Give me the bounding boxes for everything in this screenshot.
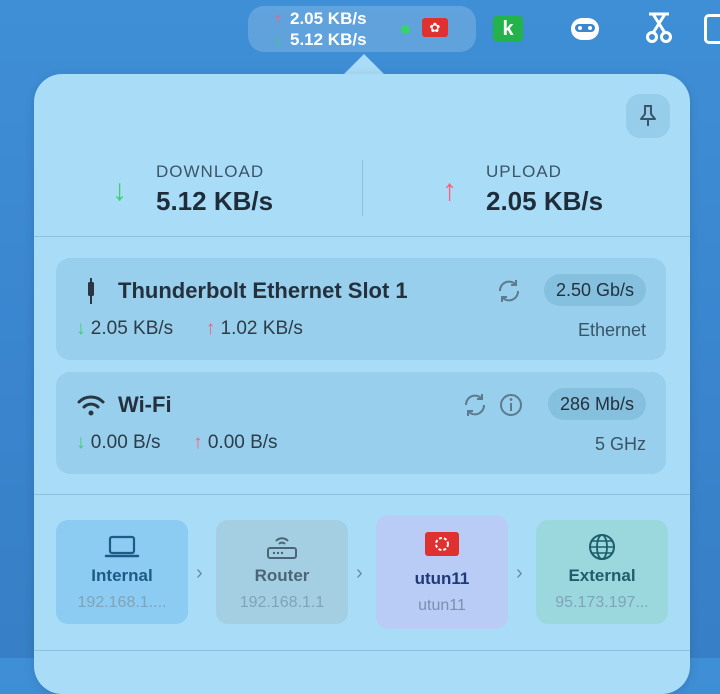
menubar-upload-speed: 2.05 KB/s: [290, 9, 367, 28]
route-node-external[interactable]: External 95.173.197...: [536, 520, 668, 624]
refresh-icon[interactable]: [496, 278, 522, 304]
globe-icon: [589, 534, 615, 560]
menu-bar: ↑ 2.05 KB/s ↓ 5.12 KB/s ✿ k: [0, 0, 720, 58]
interface-down-rate: 2.05 KB/s: [90, 318, 174, 339]
interface-up-rate: 0.00 B/s: [207, 432, 278, 453]
k-app-icon[interactable]: k: [493, 16, 523, 42]
window-icon[interactable]: [704, 14, 720, 44]
router-icon: [267, 537, 297, 559]
summary-divider: [362, 160, 363, 216]
upload-arrow-icon: ↑: [274, 11, 282, 28]
menubar-speed-widget[interactable]: ↑ 2.05 KB/s ↓ 5.12 KB/s ✿: [248, 6, 476, 52]
download-value: 5.12 KB/s: [156, 186, 274, 216]
upload-value: 2.05 KB/s: [486, 186, 604, 216]
route-node-router[interactable]: Router 192.168.1.1: [216, 520, 348, 624]
section-divider: [34, 494, 690, 495]
route-node-utun[interactable]: utun11 utun11: [376, 515, 508, 629]
hong-kong-flag-icon: ✿: [422, 18, 448, 37]
interface-rates: ↓ 0.00 B/s ↑ 0.00 B/s: [76, 432, 278, 454]
upload-arrow-icon: ↑: [205, 318, 216, 339]
menubar-upload-line: ↑ 2.05 KB/s: [274, 9, 367, 29]
section-divider: [34, 236, 690, 237]
chevron-right-icon: ›: [516, 562, 523, 584]
route-node-address: 95.173.197...: [555, 594, 649, 611]
download-arrow-icon: ↓: [76, 318, 86, 339]
route-node-title: Router: [254, 566, 310, 585]
route-node-title: External: [568, 566, 636, 585]
info-icon[interactable]: [498, 392, 524, 418]
route-node-title: Internal: [91, 566, 153, 585]
download-label: DOWNLOAD: [156, 162, 265, 181]
interface-name: Wi-Fi: [118, 392, 172, 417]
interface-rates: ↓ 2.05 KB/s ↑ 1.02 KB/s: [76, 318, 303, 340]
link-speed-badge: 2.50 Gb/s: [543, 274, 646, 306]
interface-name: Thunderbolt Ethernet Slot 1: [118, 278, 408, 303]
interface-up-rate: 1.02 KB/s: [220, 318, 303, 339]
interface-down-rate: 0.00 B/s: [90, 432, 161, 453]
chevron-right-icon: ›: [196, 562, 203, 584]
route-node-address: 192.168.1....: [77, 594, 167, 611]
download-arrow-icon: ↓: [76, 432, 86, 453]
laptop-icon: [104, 535, 140, 558]
menubar-download-speed: 5.12 KB/s: [290, 30, 367, 49]
refresh-icon[interactable]: [462, 392, 488, 418]
ethernet-cable-icon: [88, 278, 94, 304]
download-arrow-icon: ↓: [274, 32, 282, 49]
pin-icon: [640, 105, 656, 126]
route-node-address: utun11: [418, 597, 466, 614]
upload-label: UPLOAD: [486, 162, 562, 181]
pin-button[interactable]: [626, 94, 670, 138]
interface-card-ethernet[interactable]: Thunderbolt Ethernet Slot 1 2.50 Gb/s ↓ …: [56, 258, 666, 360]
status-dot-icon: [401, 25, 410, 34]
menubar-download-line: ↓ 5.12 KB/s: [274, 30, 367, 50]
chevron-right-icon: ›: [356, 562, 363, 584]
network-popover: ↓ DOWNLOAD 5.12 KB/s ↑ UPLOAD 2.05 KB/s …: [34, 74, 690, 694]
interface-card-wifi[interactable]: Wi-Fi 286 Mb/s ↓ 0.00 B/s ↑ 0.00 B/s 5 G…: [56, 372, 666, 474]
section-divider: [34, 650, 690, 651]
route-node-internal[interactable]: Internal 192.168.1....: [56, 520, 188, 624]
route-node-title: utun11: [414, 569, 470, 588]
download-arrow-icon: ↓: [112, 174, 127, 207]
popover-arrow: [342, 54, 386, 76]
interface-type: Ethernet: [577, 320, 646, 340]
route-node-address: 192.168.1.1: [239, 594, 325, 611]
link-speed-badge: 286 Mb/s: [547, 388, 646, 420]
hong-kong-flag-icon: [425, 532, 459, 556]
wifi-icon: [77, 395, 105, 416]
scissors-icon[interactable]: [643, 11, 675, 45]
upload-arrow-icon: ↑: [442, 174, 457, 207]
upload-arrow-icon: ↑: [193, 432, 203, 453]
interface-type: 5 GHz: [594, 434, 646, 454]
bot-icon[interactable]: [568, 13, 602, 45]
